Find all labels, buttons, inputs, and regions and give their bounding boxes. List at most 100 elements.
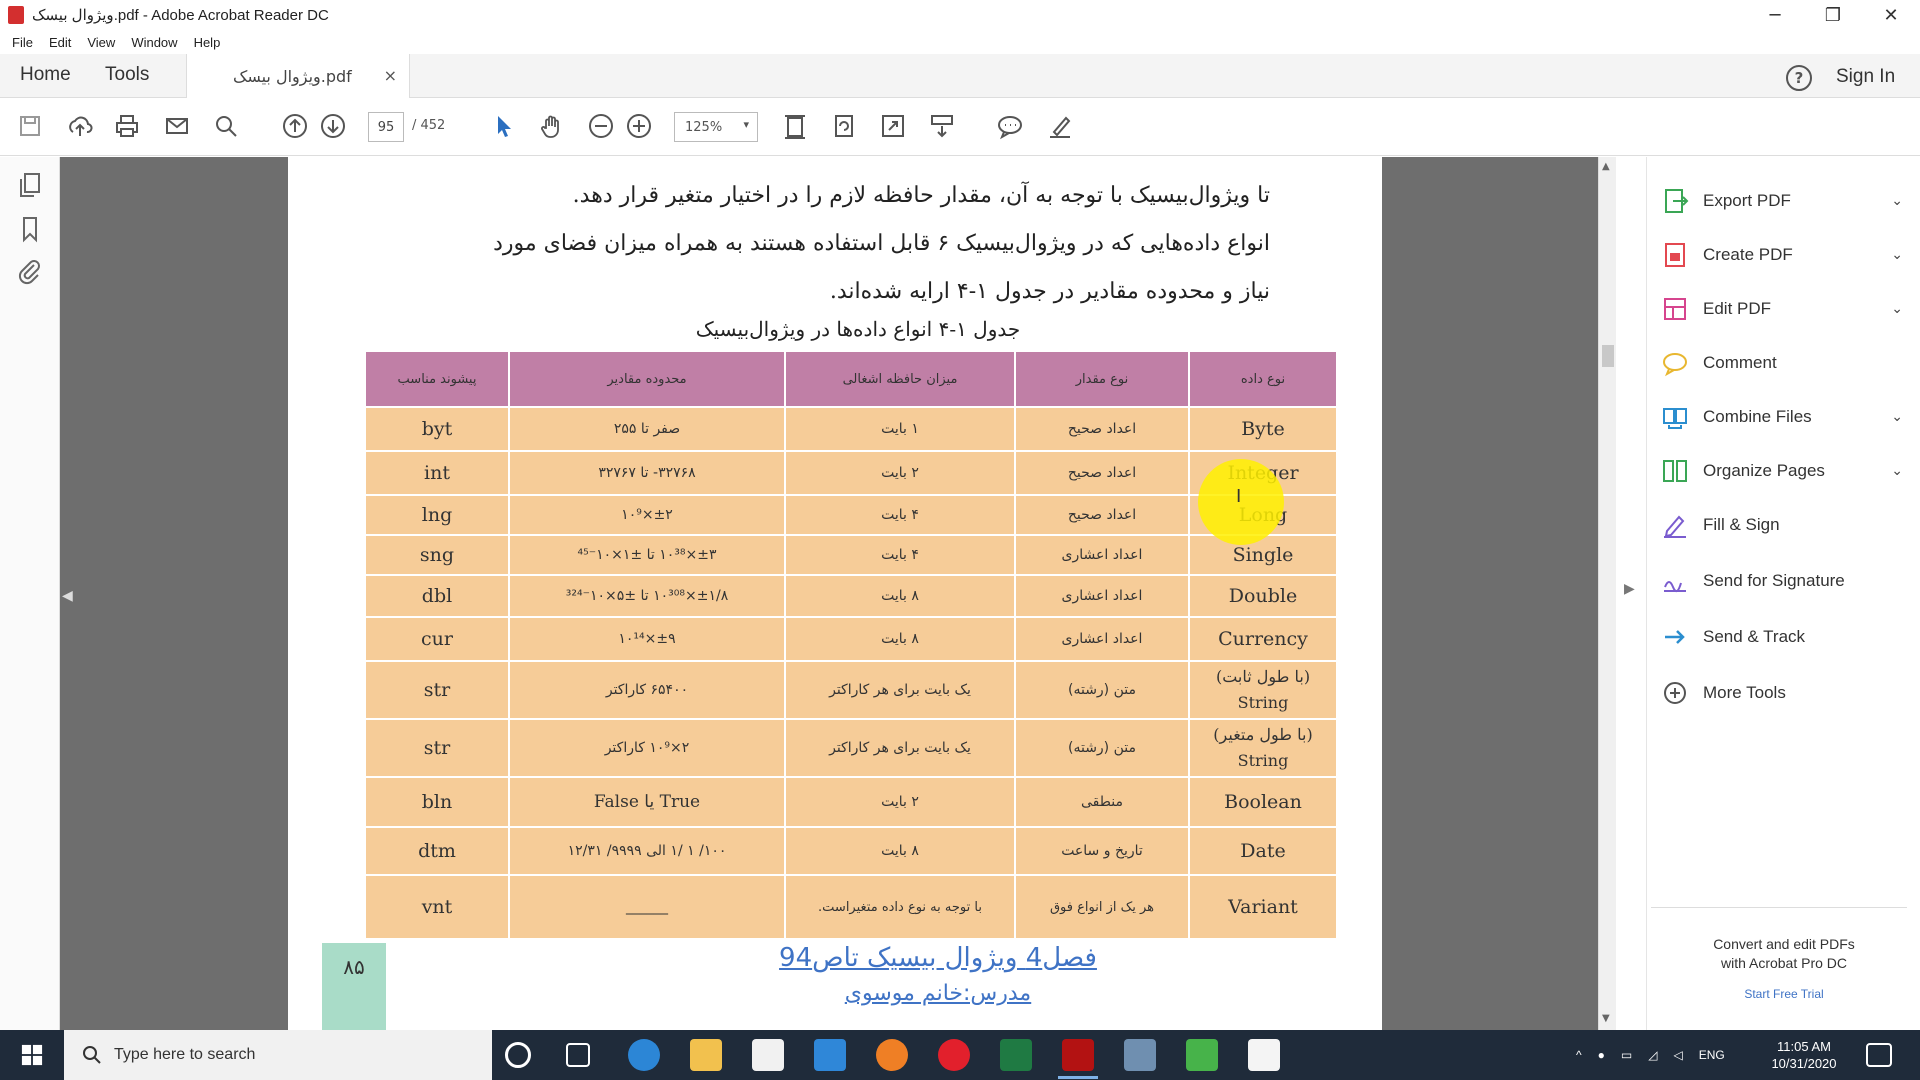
volume-icon[interactable]: ◁	[1673, 1048, 1682, 1062]
chevron-down-icon[interactable]: ⌄	[1891, 301, 1903, 317]
email-icon[interactable]	[163, 112, 191, 140]
tool-more-tools[interactable]: More Tools	[1661, 673, 1911, 713]
close-window-button[interactable]: ✕	[1862, 0, 1920, 30]
promo-line-2: with Acrobat Pro DC	[1720, 955, 1848, 971]
page-number-badge: ۸۵	[322, 943, 386, 1030]
zoom-select[interactable]: 125% ▾	[674, 112, 758, 142]
tool-combine-files[interactable]: Combine Files ⌄	[1661, 397, 1911, 437]
scroll-down-icon[interactable]: ▼	[1602, 1013, 1610, 1024]
panel-divider	[1651, 907, 1907, 908]
print-icon[interactable]	[113, 112, 141, 140]
next-page-icon[interactable]	[319, 112, 347, 140]
start-button[interactable]	[0, 1030, 64, 1080]
scroll-mode-icon[interactable]	[928, 112, 956, 140]
tool-send-track[interactable]: Send & Track	[1661, 617, 1911, 657]
zoom-out-icon[interactable]	[587, 112, 615, 140]
cell-value-type: تاريخ و ساعت	[1014, 826, 1190, 876]
cell-value-type: متن (رشته)	[1014, 660, 1190, 720]
menu-help[interactable]: Help	[194, 35, 221, 50]
collapse-left-pane-icon[interactable]: ◀	[62, 588, 73, 604]
firefox-icon[interactable]	[876, 1039, 908, 1071]
tool-fill-sign[interactable]: Fill & Sign	[1661, 505, 1911, 545]
hand-tool-icon[interactable]	[538, 112, 566, 140]
opera-icon[interactable]	[938, 1039, 970, 1071]
minimize-button[interactable]: ─	[1746, 0, 1804, 30]
microphone-icon[interactable]: ●	[1598, 1048, 1605, 1062]
sign-in-button[interactable]: Sign In	[1836, 66, 1895, 88]
search-placeholder: Type here to search	[114, 1046, 256, 1063]
recorder-icon[interactable]	[1248, 1039, 1280, 1071]
collapse-right-pane[interactable]: ▶	[1616, 157, 1646, 1030]
vertical-scrollbar[interactable]: ▲ ▼	[1598, 157, 1616, 1030]
tool-edit-pdf[interactable]: Edit PDF ⌄	[1661, 289, 1911, 329]
upload-cloud-icon[interactable]	[66, 112, 94, 140]
chevron-down-icon[interactable]: ⌄	[1891, 409, 1903, 425]
tool-send-for-signature[interactable]: Send for Signature	[1661, 561, 1911, 601]
cell-data-type: Double	[1188, 574, 1338, 618]
tool-label: Organize Pages	[1703, 461, 1825, 480]
page-thumbnails-icon[interactable]	[16, 171, 44, 199]
chapter-footer-link[interactable]: فصل4 ويژوال بيسيک تاص94	[688, 943, 1188, 973]
menu-file[interactable]: File	[12, 35, 33, 50]
select-tool-icon[interactable]	[490, 112, 518, 140]
chevron-down-icon[interactable]: ⌄	[1891, 193, 1903, 209]
file-explorer-icon[interactable]	[690, 1039, 722, 1071]
menu-view[interactable]: View	[87, 35, 115, 50]
notifications-icon[interactable]	[1866, 1043, 1892, 1067]
task-view-icon[interactable]	[566, 1043, 590, 1067]
menu-window[interactable]: Window	[131, 35, 177, 50]
tool-organize-pages[interactable]: Organize Pages ⌄	[1661, 451, 1911, 491]
chevron-down-icon[interactable]: ⌄	[1891, 463, 1903, 479]
full-screen-icon[interactable]	[879, 112, 907, 140]
tab-document[interactable]: ويژوال بيسک.pdf ×	[186, 54, 410, 98]
table-row: byt صفر تا ۲۵۵ ۱ بايت اعداد صحيح Byte	[364, 406, 1338, 452]
previous-page-icon[interactable]	[281, 112, 309, 140]
table-row: str ۶۵۴۰۰ کاراکتر يک بايت برای هر کاراکت…	[364, 660, 1338, 720]
store-icon[interactable]	[752, 1039, 784, 1071]
edge-browser-icon[interactable]	[628, 1039, 660, 1071]
taskbar-search-box[interactable]: Type here to search	[64, 1030, 492, 1080]
rotate-view-icon[interactable]	[830, 112, 858, 140]
zoom-in-icon[interactable]	[625, 112, 653, 140]
search-icon[interactable]	[212, 112, 240, 140]
tool-create-pdf[interactable]: Create PDF ⌄	[1661, 235, 1911, 275]
scroll-up-icon[interactable]: ▲	[1602, 161, 1610, 172]
header-value-type: نوع مقدار	[1014, 350, 1190, 408]
expand-panel-icon[interactable]: ▶	[1624, 581, 1635, 597]
taskbar-clock[interactable]: 11:05 AM 10/31/2020	[1764, 1038, 1844, 1072]
page-number-input[interactable]: 95	[368, 112, 404, 142]
save-icon[interactable]	[16, 112, 44, 140]
excel-icon[interactable]	[1000, 1039, 1032, 1071]
network-icon[interactable]: ◿	[1648, 1048, 1657, 1062]
tool-export-pdf[interactable]: Export PDF ⌄	[1661, 181, 1911, 221]
fit-page-icon[interactable]	[781, 112, 809, 140]
cell-data-type: Currency	[1188, 616, 1338, 662]
mail-icon[interactable]	[814, 1039, 846, 1071]
highlight-pen-icon[interactable]	[1046, 112, 1074, 140]
attachment-icon[interactable]	[16, 257, 44, 285]
tab-home[interactable]: Home	[20, 64, 71, 86]
scrollbar-thumb[interactable]	[1602, 345, 1614, 367]
close-tab-icon[interactable]: ×	[384, 66, 397, 85]
menu-edit[interactable]: Edit	[49, 35, 71, 50]
teacher-footer-link[interactable]: مدرس:خانم موسوی	[688, 981, 1188, 1006]
start-free-trial-link[interactable]: Start Free Trial	[1647, 987, 1920, 1001]
help-icon[interactable]: ?	[1786, 65, 1812, 91]
battery-icon[interactable]: ▭	[1621, 1048, 1632, 1062]
comment-icon[interactable]	[996, 112, 1024, 140]
language-indicator[interactable]: ENG	[1699, 1048, 1725, 1062]
tool-comment[interactable]: Comment	[1661, 343, 1911, 383]
acrobat-taskbar-icon[interactable]	[1062, 1039, 1094, 1071]
tray-expand-icon[interactable]: ^	[1576, 1048, 1582, 1062]
restore-button[interactable]: ❐	[1804, 0, 1862, 30]
cell-value-type: اعداد اعشاری	[1014, 534, 1190, 576]
paragraph-2: انواع داده‌هايی که در ويژوال‌بيسيک ۶ قاب…	[493, 231, 1270, 256]
camtasia-icon[interactable]	[1186, 1039, 1218, 1071]
table-row: sng ±۳×۱۰³⁸ تا ±۱×۱۰⁻⁴⁵ ۴ بايت اعداد اعش…	[364, 534, 1338, 576]
tab-tools[interactable]: Tools	[105, 64, 149, 86]
send-signature-icon	[1664, 581, 1686, 593]
cortana-icon[interactable]	[505, 1042, 531, 1068]
chevron-down-icon[interactable]: ⌄	[1891, 247, 1903, 263]
network-app-icon[interactable]	[1124, 1039, 1156, 1071]
bookmark-icon[interactable]	[16, 215, 44, 243]
